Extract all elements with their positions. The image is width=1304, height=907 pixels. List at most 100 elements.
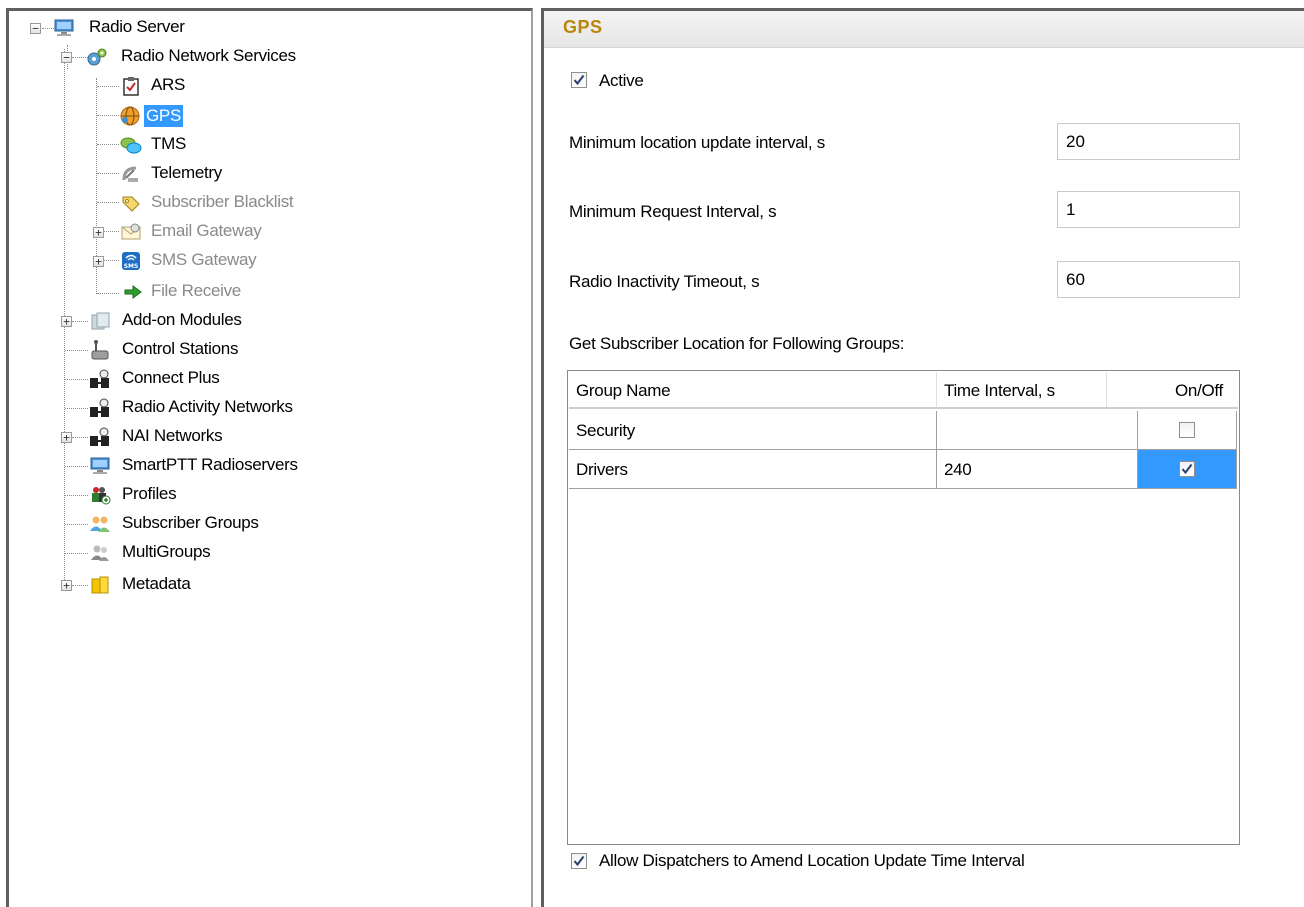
users-icon <box>89 542 111 564</box>
tree-item-label: Radio Server <box>89 17 185 36</box>
tree-item-label: Subscriber Blacklist <box>151 192 294 211</box>
navigation-tree: − Radio Server − Radio Network Services <box>9 11 531 907</box>
tree-item-label: Add-on Modules <box>122 310 242 329</box>
tree-item-label: Control Stations <box>122 339 239 358</box>
gears-icon <box>86 46 108 68</box>
radio-inactivity-timeout-input[interactable] <box>1057 261 1240 298</box>
tree-item-label: File Receive <box>151 281 241 300</box>
globe-icon <box>119 105 141 127</box>
collapse-toggle[interactable]: − <box>30 23 41 34</box>
panel-splitter[interactable] <box>533 0 541 907</box>
tree-item-multigroups[interactable]: MultiGroups <box>9 540 259 566</box>
tree-item-label: Metadata <box>122 574 191 593</box>
tree-item-tms[interactable]: TMS <box>9 132 229 158</box>
satellite-dish-icon <box>120 163 142 185</box>
computer-icon <box>89 455 111 477</box>
tree-item-label: Radio Activity Networks <box>122 397 293 416</box>
network-icon <box>89 368 111 390</box>
section-header: GPS <box>544 11 1304 48</box>
tree-item-label: NAI Networks <box>122 426 223 445</box>
column-header-group-name[interactable]: Group Name <box>569 372 937 407</box>
clipboard-check-icon <box>120 75 142 97</box>
tree-item-label: GPS <box>144 105 184 127</box>
expand-toggle[interactable]: + <box>61 580 72 591</box>
active-checkbox[interactable] <box>571 72 587 88</box>
collapse-toggle[interactable]: − <box>61 52 72 63</box>
tree-item-metadata[interactable]: + Metadata <box>9 572 259 598</box>
gps-settings-panel: GPS Active Minimum location update inter… <box>541 8 1304 907</box>
tree-item-gps[interactable]: GPS <box>9 103 229 129</box>
column-header-time-interval[interactable]: Time Interval, s <box>937 372 1107 407</box>
group-name-cell[interactable]: Security <box>569 411 937 450</box>
tree-item-label: Profiles <box>122 484 177 503</box>
expand-toggle[interactable]: + <box>61 316 72 327</box>
network-icon <box>89 397 111 419</box>
on-off-cell[interactable] <box>1138 450 1237 489</box>
tree-item-control-stations[interactable]: Control Stations <box>9 337 309 363</box>
on-off-checkbox[interactable] <box>1179 422 1195 438</box>
table-header: Group Name Time Interval, s On/Off <box>569 372 1238 409</box>
tree-item-label: Subscriber Groups <box>122 513 259 532</box>
active-label: Active <box>599 71 644 90</box>
green-arrow-icon <box>122 281 144 303</box>
tree-item-nai-networks[interactable]: + NAI Networks <box>9 424 309 450</box>
tree-item-email-gateway[interactable]: + Email Gateway <box>9 219 329 245</box>
tree-item-label: Connect Plus <box>122 368 220 387</box>
tree-item-radio-server[interactable]: − Radio Server <box>9 16 309 42</box>
tree-item-label: Radio Network Services <box>121 46 296 65</box>
tree-item-label: Email Gateway <box>151 221 262 240</box>
column-header-on-off[interactable]: On/Off <box>1107 372 1238 407</box>
on-off-cell[interactable] <box>1138 411 1237 450</box>
puzzle-icon <box>89 310 111 332</box>
section-title: GPS <box>563 17 603 37</box>
app-window: − Radio Server − Radio Network Services <box>0 0 1304 907</box>
radio-inactivity-timeout-label: Radio Inactivity Timeout, s <box>569 272 760 291</box>
radio-station-icon <box>89 339 111 361</box>
table-row[interactable]: Security <box>569 411 1238 450</box>
database-icon <box>89 574 111 596</box>
time-interval-cell[interactable]: 240 <box>937 450 1138 489</box>
tree-item-file-receive[interactable]: File Receive <box>9 279 309 305</box>
tag-icon <box>120 192 142 214</box>
checkmark-icon <box>573 74 585 86</box>
users-icon <box>89 513 111 535</box>
on-off-checkbox[interactable] <box>1179 461 1195 477</box>
tree-item-telemetry[interactable]: Telemetry <box>9 161 259 187</box>
svg-text:SMS: SMS <box>124 263 139 270</box>
table-row[interactable]: Drivers 240 <box>569 450 1238 489</box>
tree-item-radio-activity-networks[interactable]: Radio Activity Networks <box>9 395 349 421</box>
expand-toggle[interactable]: + <box>61 432 72 443</box>
tree-item-sms-gateway[interactable]: + SMS SMS Gateway <box>9 248 329 274</box>
navigation-tree-panel: − Radio Server − Radio Network Services <box>6 8 533 907</box>
tree-item-smartptt-radioservers[interactable]: SmartPTT Radioservers <box>9 453 349 479</box>
envelope-icon <box>120 221 142 243</box>
time-interval-cell[interactable] <box>937 411 1138 450</box>
tree-item-connect-plus[interactable]: Connect Plus <box>9 366 309 392</box>
tree-item-add-on-modules[interactable]: + Add-on Modules <box>9 308 309 334</box>
tree-item-subscriber-groups[interactable]: Subscriber Groups <box>9 511 309 537</box>
tree-item-label: SmartPTT Radioservers <box>122 455 298 474</box>
min-request-interval-label: Minimum Request Interval, s <box>569 202 777 221</box>
sms-icon: SMS <box>120 250 142 272</box>
tree-item-label: SMS Gateway <box>151 250 257 269</box>
computer-icon <box>53 17 75 39</box>
groups-table: Group Name Time Interval, s On/Off Secur… <box>567 370 1240 845</box>
tree-item-label: TMS <box>151 134 186 153</box>
expand-toggle[interactable]: + <box>93 227 104 238</box>
checkmark-icon <box>1181 463 1193 475</box>
allow-dispatchers-checkbox[interactable] <box>571 853 587 869</box>
tree-item-subscriber-blacklist[interactable]: Subscriber Blacklist <box>9 190 349 216</box>
tree-item-profiles[interactable]: Profiles <box>9 482 259 508</box>
expand-toggle[interactable]: + <box>93 256 104 267</box>
allow-dispatchers-label: Allow Dispatchers to Amend Location Upda… <box>599 851 1025 870</box>
group-name-cell[interactable]: Drivers <box>569 450 937 489</box>
min-request-interval-input[interactable] <box>1057 191 1240 228</box>
tree-item-label: MultiGroups <box>122 542 211 561</box>
tree-item-ars[interactable]: ARS <box>9 74 209 100</box>
tree-item-radio-network-services[interactable]: − Radio Network Services <box>9 45 349 71</box>
chat-bubbles-icon <box>120 134 142 156</box>
tree-item-label: ARS <box>151 75 186 94</box>
min-location-update-interval-input[interactable] <box>1057 123 1240 160</box>
tree-item-label: Telemetry <box>151 163 222 182</box>
groups-section-label: Get Subscriber Location for Following Gr… <box>569 334 905 353</box>
